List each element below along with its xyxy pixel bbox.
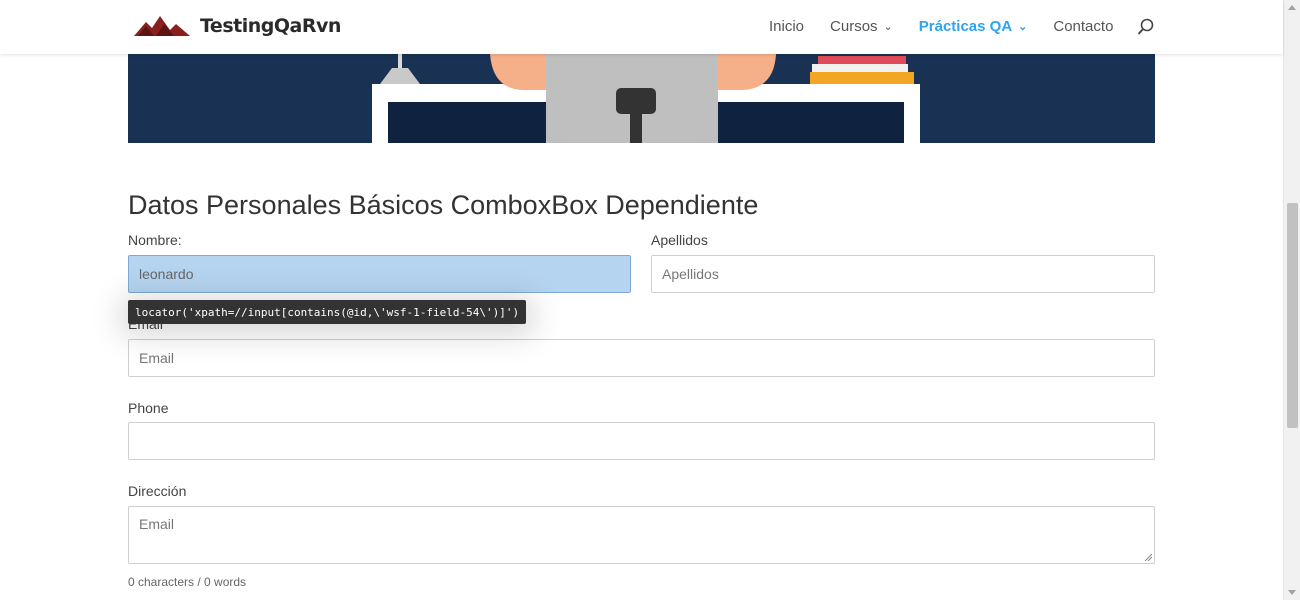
chevron-down-icon: ⌄ [883,21,893,33]
form-title: Datos Personales Básicos ComboxBox Depen… [128,190,759,220]
apellidos-input[interactable]: Apellidos [651,255,1155,293]
nav-item-cursos[interactable]: Cursos ⌄ [830,18,893,35]
page-scrollbar[interactable] [1283,0,1300,600]
resize-handle-icon[interactable] [1144,553,1152,561]
direccion-textarea[interactable]: Email [128,506,1155,564]
phone-label: Phone [128,400,169,416]
logo-text: TestingQaRvn [200,15,341,37]
nav-item-label: Cursos [830,18,878,35]
nav-item-label: Inicio [769,18,805,35]
search-icon[interactable] [1137,18,1155,36]
email-placeholder: Email [139,350,175,366]
email-input[interactable]: Email [128,339,1155,377]
nav-item-practicas-qa[interactable]: Prácticas QA ⌄ [919,18,1028,35]
hero-illustration [128,54,1155,143]
character-counter: 0 characters / 0 words [128,575,247,589]
nombre-label: Nombre: [128,232,182,248]
mountain-logo-icon [134,16,190,36]
scroll-up-icon[interactable] [1288,5,1296,10]
nav-item-contacto[interactable]: Contacto [1053,18,1113,35]
scroll-down-icon[interactable] [1288,590,1296,595]
site-header: TestingQaRvn Inicio Cursos ⌄ Prácticas Q… [0,0,1283,54]
direccion-label: Dirección [128,483,187,499]
logo[interactable]: TestingQaRvn [134,12,341,40]
chevron-down-icon: ⌄ [1018,21,1028,33]
nav-item-inicio[interactable]: Inicio [769,18,804,35]
scrollbar-thumb[interactable] [1287,203,1298,428]
direccion-placeholder: Email [139,516,175,532]
nombre-value: leonardo [139,266,194,282]
nombre-input[interactable]: leonardo [128,255,631,293]
nav-item-label: Prácticas QA [918,18,1013,35]
apellidos-placeholder: Apellidos [662,266,719,282]
apellidos-label: Apellidos [651,232,708,248]
main-nav: Inicio Cursos ⌄ Prácticas QA ⌄ Contacto [769,18,1139,35]
locator-tooltip: locator('xpath=//input[contains(@id,\'ws… [128,300,527,324]
office-illustration [372,54,920,143]
phone-input[interactable] [128,422,1155,460]
nav-item-label: Contacto [1053,18,1114,35]
